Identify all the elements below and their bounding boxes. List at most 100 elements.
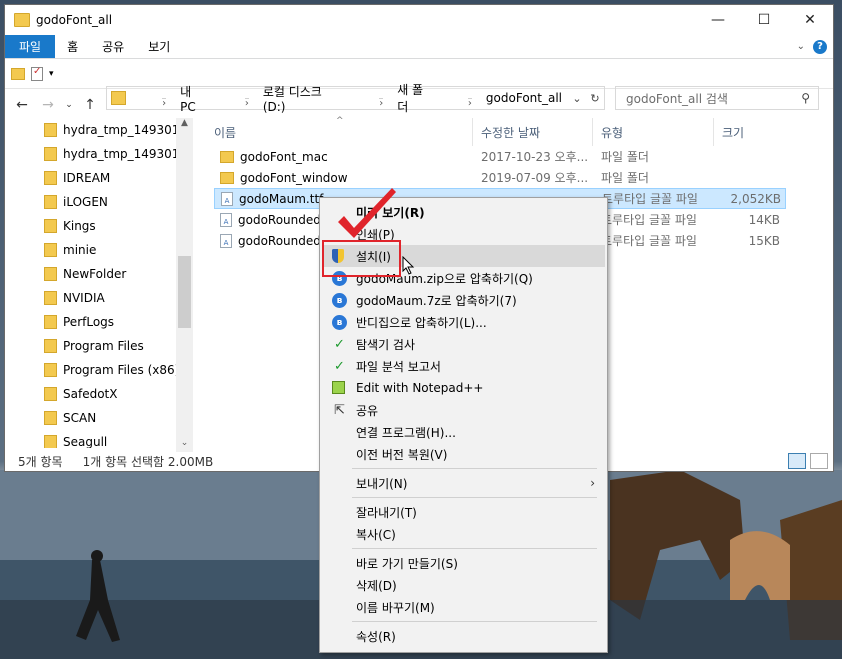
nav-folder-item[interactable]: SCAN: [4, 406, 192, 430]
nav-folder-item[interactable]: Program Files (x86): [4, 358, 192, 382]
share-icon: ⇱: [334, 403, 345, 418]
mouse-cursor-icon: [402, 256, 415, 275]
back-icon[interactable]: ←: [11, 97, 33, 113]
folder-icon: [44, 171, 57, 185]
nav-folder-item[interactable]: NewFolder: [4, 262, 192, 286]
tab-file[interactable]: 파일: [5, 35, 56, 58]
file-type: 파일 폴더: [601, 150, 649, 164]
breadcrumb-this-pc[interactable]: 내 PC: [180, 83, 209, 114]
menu-item-label: Edit with Notepad++: [356, 381, 484, 395]
navigation-pane: hydra_tmp_1493011 hydra_tmp_1493011 IDREAM…: [4, 118, 192, 448]
menu-item[interactable]: 이름 바꾸기(M): [322, 596, 605, 618]
nav-folder-item[interactable]: minie: [4, 238, 192, 262]
menu-item[interactable]: 보내기(N) ›: [322, 472, 605, 494]
menu-item-label: 이름 바꾸기(M): [356, 600, 435, 615]
notepadpp-icon: [332, 381, 345, 394]
menu-item[interactable]: 복사(C): [322, 523, 605, 545]
menu-item[interactable]: 이전 버전 복원(V): [322, 443, 605, 465]
nav-folder-item[interactable]: iLOGEN: [4, 190, 192, 214]
menu-item-label: 파일 분석 보고서: [356, 359, 441, 374]
menu-item[interactable]: ʙ godoMaum.7z로 압축하기(7): [322, 289, 605, 311]
menu-item[interactable]: Edit with Notepad++: [322, 377, 605, 399]
breadcrumb-godofont-all[interactable]: godoFont_all: [486, 91, 562, 105]
column-date[interactable]: 수정한 날짜: [473, 118, 593, 146]
menu-item[interactable]: 바로 가기 만들기(S): [322, 552, 605, 574]
properties-icon[interactable]: [31, 66, 43, 81]
folder-icon: [44, 363, 57, 377]
nav-folder-label: NVIDIA: [63, 291, 105, 305]
file-date: 2017-10-23 오후...: [481, 150, 589, 164]
refresh-icon[interactable]: ↻: [586, 92, 604, 105]
folder-icon: [44, 243, 57, 257]
tab-view[interactable]: 보기: [136, 35, 182, 58]
customize-toolbar-icon[interactable]: ▾: [49, 69, 54, 79]
column-size[interactable]: 크기: [714, 118, 788, 146]
menu-item[interactable]: 잘라내기(T): [322, 501, 605, 523]
search-input[interactable]: godoFont_all 검색 ⚲: [615, 86, 819, 110]
menu-item[interactable]: 속성(R): [322, 625, 605, 647]
chevron-right-icon[interactable]: ›: [244, 97, 249, 109]
folder-icon: [44, 387, 57, 401]
menu-item[interactable]: ⇱ 공유: [322, 399, 605, 421]
nav-folder-item[interactable]: IDREAM: [4, 166, 192, 190]
menu-item-label: 바로 가기 만들기(S): [356, 556, 458, 571]
nav-folder-item[interactable]: NVIDIA: [4, 286, 192, 310]
file-name: godoRounded L: [238, 212, 332, 227]
forward-icon[interactable]: →: [37, 97, 59, 113]
nav-folder-item[interactable]: PerfLogs: [4, 310, 192, 334]
sort-ascending-icon: ^: [336, 116, 344, 126]
nav-folder-item[interactable]: Kings: [4, 214, 192, 238]
new-folder-icon[interactable]: [11, 67, 25, 80]
search-icon: ⚲: [801, 91, 810, 105]
scroll-up-icon[interactable]: ▲: [176, 118, 193, 132]
menu-item-label: 탐색기 검사: [356, 337, 416, 352]
menu-item[interactable]: ✓ 파일 분석 보고서: [322, 355, 605, 377]
font-file-icon: A: [220, 233, 232, 248]
file-name: godoFont_window: [240, 170, 348, 185]
address-history-icon[interactable]: ⌄: [568, 92, 586, 105]
nav-folder-item[interactable]: Program Files: [4, 334, 192, 358]
address-bar[interactable]: › 내 PC › 로컬 디스크 (D:) › 새 폴더 › godoFont_a…: [106, 83, 605, 114]
file-type: 트루타입 글꼴 파일: [601, 234, 697, 248]
nav-folder-item[interactable]: hydra_tmp_1493011: [4, 142, 192, 166]
help-icon[interactable]: ?: [813, 39, 827, 54]
breadcrumb-new-folder[interactable]: 새 폴더: [397, 81, 432, 115]
folder-icon: [220, 171, 234, 184]
details-view-icon[interactable]: [788, 453, 806, 469]
menu-item[interactable]: 삭제(D): [322, 574, 605, 596]
menu-item-label: 반디집으로 압축하기(L)...: [356, 315, 487, 330]
scroll-thumb[interactable]: [178, 256, 191, 328]
chevron-right-icon[interactable]: ›: [467, 97, 472, 109]
title-bar: godoFont_all — ☐ ✕: [5, 5, 833, 35]
chevron-right-icon[interactable]: ›: [379, 97, 384, 109]
close-button[interactable]: ✕: [787, 5, 833, 35]
minimize-button[interactable]: —: [695, 5, 741, 35]
menu-item[interactable]: ʙ 반디집으로 압축하기(L)...: [322, 311, 605, 333]
large-icons-view-icon[interactable]: [810, 453, 828, 469]
menu-item[interactable]: 연결 프로그램(H)...: [322, 421, 605, 443]
nav-folder-item[interactable]: SafedotX: [4, 382, 192, 406]
tab-home[interactable]: 홈: [55, 35, 90, 58]
chevron-right-icon[interactable]: ›: [162, 97, 167, 109]
file-type: 트루타입 글꼴 파일: [602, 192, 698, 206]
up-icon[interactable]: ↑: [79, 97, 101, 113]
nav-folder-label: PerfLogs: [63, 315, 115, 329]
ribbon-expand-icon[interactable]: ⌄: [797, 41, 805, 52]
folder-icon: [44, 147, 57, 161]
annotation-checkmark-icon: [338, 188, 396, 238]
column-type[interactable]: 유형: [593, 118, 714, 146]
ribbon-tabs: 파일 홈 공유 보기 ⌄ ?: [5, 35, 833, 59]
menu-item[interactable]: ✓ 탐색기 검사: [322, 333, 605, 355]
nav-folder-item[interactable]: hydra_tmp_1493011: [4, 118, 192, 142]
file-row[interactable]: godoFont_window 2019-07-09 오후... 파일 폴더: [206, 167, 836, 188]
column-headers: ^ 이름 수정한 날짜 유형 크기: [206, 116, 836, 146]
nav-folder-label: NewFolder: [63, 267, 127, 281]
breadcrumb-local-disk[interactable]: 로컬 디스크 (D:): [263, 83, 343, 114]
nav-folder-item[interactable]: Seagull: [4, 430, 192, 448]
tab-share[interactable]: 공유: [90, 35, 136, 58]
maximize-button[interactable]: ☐: [741, 5, 787, 35]
recent-locations-icon[interactable]: ⌄: [63, 100, 75, 110]
file-row[interactable]: godoFont_mac 2017-10-23 오후... 파일 폴더: [206, 146, 836, 167]
bandizip-icon: ʙ: [332, 315, 347, 330]
nav-scrollbar[interactable]: ▲ ⌄: [176, 118, 193, 452]
